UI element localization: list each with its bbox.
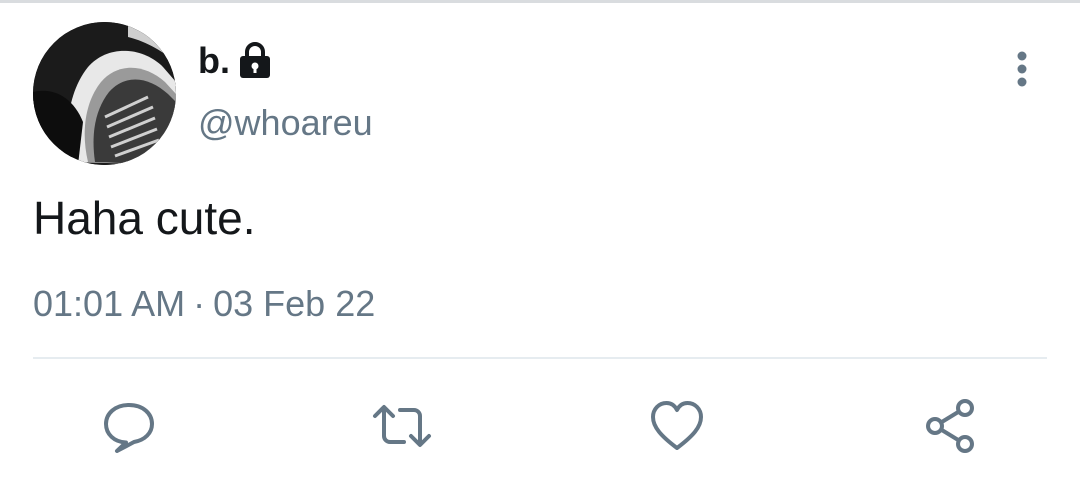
user-handle[interactable]: @whoareu [198, 102, 373, 144]
more-vertical-icon[interactable] [1004, 48, 1040, 92]
reply-button[interactable] [99, 396, 159, 456]
lock-icon [238, 42, 272, 80]
top-divider [0, 0, 1080, 3]
share-button[interactable] [920, 396, 980, 456]
comment-icon [104, 403, 154, 453]
retweet-button[interactable] [372, 396, 432, 456]
user-display-name[interactable]: b. [198, 40, 272, 82]
tweet-date: 03 Feb 22 [213, 283, 376, 324]
tweet-time: 01:01 AM [33, 283, 186, 324]
avatar[interactable] [33, 22, 176, 165]
action-divider [33, 357, 1047, 359]
display-name-text: b. [198, 40, 230, 81]
like-button[interactable] [647, 396, 707, 456]
share-icon [926, 399, 974, 453]
timestamp-separator: · [193, 283, 206, 324]
tweet-text: Haha cute. [33, 192, 256, 244]
heart-icon [651, 401, 703, 450]
avatar-image [33, 22, 176, 165]
tweet-timestamp: 01:01 AM · 03 Feb 22 [33, 282, 375, 326]
retweet-icon [373, 405, 431, 447]
